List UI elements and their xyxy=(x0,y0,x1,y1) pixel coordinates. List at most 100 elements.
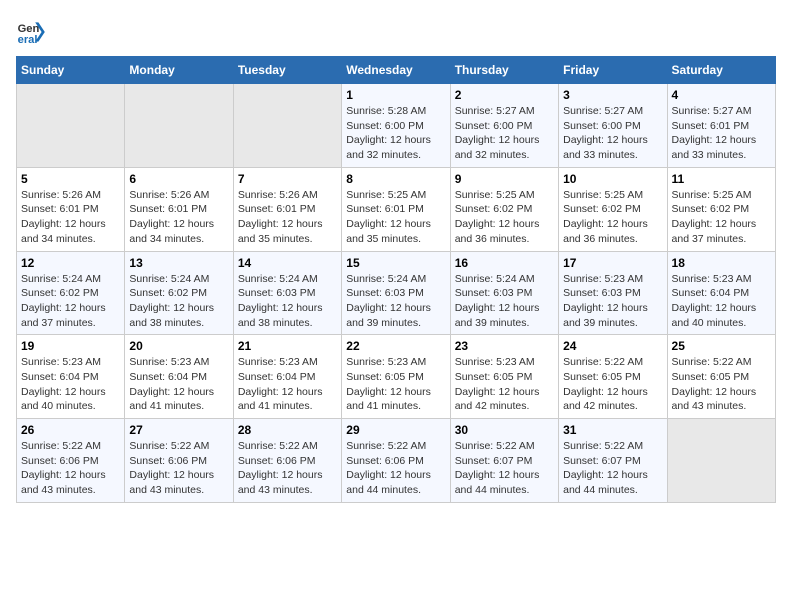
day-info: Sunrise: 5:22 AMSunset: 6:06 PMDaylight:… xyxy=(129,439,228,498)
day-info: Sunrise: 5:22 AMSunset: 6:05 PMDaylight:… xyxy=(672,355,771,414)
calendar-cell: 8Sunrise: 5:25 AMSunset: 6:01 PMDaylight… xyxy=(342,167,450,251)
calendar-cell xyxy=(125,84,233,168)
day-info: Sunrise: 5:22 AMSunset: 6:07 PMDaylight:… xyxy=(455,439,554,498)
calendar-cell: 22 Sunrise: 5:23 AMSunset: 6:05 PMDayligh… xyxy=(342,335,450,419)
day-info: Sunrise: 5:23 AMSunset: 6:05 PMDaylight:… xyxy=(455,355,554,414)
calendar-cell: 28 Sunrise: 5:22 AMSunset: 6:06 PMDayligh… xyxy=(233,419,341,503)
day-info: Sunrise: 5:27 AMSunset: 6:01 PMDaylight:… xyxy=(672,104,771,163)
day-number: 12 xyxy=(21,256,120,270)
calendar-cell: 6Sunrise: 5:26 AMSunset: 6:01 PMDaylight… xyxy=(125,167,233,251)
day-info: Sunrise: 5:22 AMSunset: 6:06 PMDaylight:… xyxy=(346,439,445,498)
day-number: 10 xyxy=(563,172,662,186)
header-saturday: Saturday xyxy=(667,57,775,84)
day-number: 28 xyxy=(238,423,337,437)
calendar-cell: 10Sunrise: 5:25 AMSunset: 6:02 PMDayligh… xyxy=(559,167,667,251)
calendar-cell: 15 Sunrise: 5:24 AMSunset: 6:03 PMDayligh… xyxy=(342,251,450,335)
page-header: Gen eral xyxy=(16,16,776,48)
calendar-cell: 30 Sunrise: 5:22 AMSunset: 6:07 PMDayligh… xyxy=(450,419,558,503)
calendar-cell: 9 Sunrise: 5:25 AMSunset: 6:02 PMDaylight… xyxy=(450,167,558,251)
week-row-1: 1 Sunrise: 5:28 AMSunset: 6:00 PMDaylight… xyxy=(17,84,776,168)
calendar-cell: 3 Sunrise: 5:27 AMSunset: 6:00 PMDaylight… xyxy=(559,84,667,168)
day-number: 26 xyxy=(21,423,120,437)
day-info: Sunrise: 5:22 AMSunset: 6:06 PMDaylight:… xyxy=(238,439,337,498)
day-info: Sunrise: 5:26 AMSunset: 6:01 PMDaylight:… xyxy=(129,188,228,247)
day-info: Sunrise: 5:23 AMSunset: 6:05 PMDaylight:… xyxy=(346,355,445,414)
day-info: Sunrise: 5:23 AMSunset: 6:03 PMDaylight:… xyxy=(563,272,662,331)
header-friday: Friday xyxy=(559,57,667,84)
week-row-4: 19 Sunrise: 5:23 AMSunset: 6:04 PMDayligh… xyxy=(17,335,776,419)
logo: Gen eral xyxy=(16,16,50,48)
day-info: Sunrise: 5:22 AMSunset: 6:06 PMDaylight:… xyxy=(21,439,120,498)
calendar-cell xyxy=(17,84,125,168)
day-number: 2 xyxy=(455,88,554,102)
header-monday: Monday xyxy=(125,57,233,84)
header-thursday: Thursday xyxy=(450,57,558,84)
calendar-cell: 19Sunrise: 5:23 AMSunset: 6:04 PMDayligh… xyxy=(17,335,125,419)
header-sunday: Sunday xyxy=(17,57,125,84)
day-number: 27 xyxy=(129,423,228,437)
day-number: 24 xyxy=(563,339,662,353)
day-info: Sunrise: 5:24 AMSunset: 6:02 PMDaylight:… xyxy=(129,272,228,331)
calendar-cell: 23 Sunrise: 5:23 AMSunset: 6:05 PMDayligh… xyxy=(450,335,558,419)
day-info: Sunrise: 5:22 AMSunset: 6:07 PMDaylight:… xyxy=(563,439,662,498)
day-number: 29 xyxy=(346,423,445,437)
day-number: 22 xyxy=(346,339,445,353)
calendar-cell: 16 Sunrise: 5:24 AMSunset: 6:03 PMDayligh… xyxy=(450,251,558,335)
day-info: Sunrise: 5:24 AMSunset: 6:03 PMDaylight:… xyxy=(455,272,554,331)
day-number: 11 xyxy=(672,172,771,186)
calendar-cell xyxy=(233,84,341,168)
day-info: Sunrise: 5:28 AMSunset: 6:00 PMDaylight:… xyxy=(346,104,445,163)
day-number: 17 xyxy=(563,256,662,270)
calendar-cell: 26 Sunrise: 5:22 AMSunset: 6:06 PMDayligh… xyxy=(17,419,125,503)
day-number: 19 xyxy=(21,339,120,353)
calendar-cell: 21Sunrise: 5:23 AMSunset: 6:04 PMDayligh… xyxy=(233,335,341,419)
day-info: Sunrise: 5:25 AMSunset: 6:02 PMDaylight:… xyxy=(455,188,554,247)
day-number: 9 xyxy=(455,172,554,186)
day-info: Sunrise: 5:26 AMSunset: 6:01 PMDaylight:… xyxy=(238,188,337,247)
calendar-cell: 11 Sunrise: 5:25 AMSunset: 6:02 PMDayligh… xyxy=(667,167,775,251)
day-info: Sunrise: 5:24 AMSunset: 6:03 PMDaylight:… xyxy=(238,272,337,331)
day-info: Sunrise: 5:23 AMSunset: 6:04 PMDaylight:… xyxy=(672,272,771,331)
day-number: 1 xyxy=(346,88,445,102)
day-number: 5 xyxy=(21,172,120,186)
calendar-cell: 13 Sunrise: 5:24 AMSunset: 6:02 PMDayligh… xyxy=(125,251,233,335)
day-number: 20 xyxy=(129,339,228,353)
calendar-cell: 25 Sunrise: 5:22 AMSunset: 6:05 PMDayligh… xyxy=(667,335,775,419)
calendar-cell: 7Sunrise: 5:26 AMSunset: 6:01 PMDaylight… xyxy=(233,167,341,251)
day-number: 3 xyxy=(563,88,662,102)
calendar-cell: 1 Sunrise: 5:28 AMSunset: 6:00 PMDaylight… xyxy=(342,84,450,168)
day-number: 16 xyxy=(455,256,554,270)
calendar-table: SundayMondayTuesdayWednesdayThursdayFrid… xyxy=(16,56,776,503)
day-info: Sunrise: 5:27 AMSunset: 6:00 PMDaylight:… xyxy=(563,104,662,163)
calendar-cell: 14 Sunrise: 5:24 AMSunset: 6:03 PMDayligh… xyxy=(233,251,341,335)
day-number: 23 xyxy=(455,339,554,353)
day-number: 18 xyxy=(672,256,771,270)
week-row-3: 12 Sunrise: 5:24 AMSunset: 6:02 PMDayligh… xyxy=(17,251,776,335)
day-number: 4 xyxy=(672,88,771,102)
day-info: Sunrise: 5:24 AMSunset: 6:02 PMDaylight:… xyxy=(21,272,120,331)
calendar-cell: 18 Sunrise: 5:23 AMSunset: 6:04 PMDayligh… xyxy=(667,251,775,335)
header-wednesday: Wednesday xyxy=(342,57,450,84)
week-row-5: 26 Sunrise: 5:22 AMSunset: 6:06 PMDayligh… xyxy=(17,419,776,503)
day-number: 14 xyxy=(238,256,337,270)
day-number: 25 xyxy=(672,339,771,353)
day-number: 21 xyxy=(238,339,337,353)
day-number: 30 xyxy=(455,423,554,437)
week-row-2: 5 Sunrise: 5:26 AMSunset: 6:01 PMDaylight… xyxy=(17,167,776,251)
calendar-cell: 24 Sunrise: 5:22 AMSunset: 6:05 PMDayligh… xyxy=(559,335,667,419)
day-info: Sunrise: 5:27 AMSunset: 6:00 PMDaylight:… xyxy=(455,104,554,163)
header-tuesday: Tuesday xyxy=(233,57,341,84)
day-info: Sunrise: 5:25 AMSunset: 6:01 PMDaylight:… xyxy=(346,188,445,247)
day-number: 15 xyxy=(346,256,445,270)
day-info: Sunrise: 5:26 AMSunset: 6:01 PMDaylight:… xyxy=(21,188,120,247)
day-number: 13 xyxy=(129,256,228,270)
day-info: Sunrise: 5:24 AMSunset: 6:03 PMDaylight:… xyxy=(346,272,445,331)
day-info: Sunrise: 5:22 AMSunset: 6:05 PMDaylight:… xyxy=(563,355,662,414)
calendar-cell: 2 Sunrise: 5:27 AMSunset: 6:00 PMDaylight… xyxy=(450,84,558,168)
day-info: Sunrise: 5:25 AMSunset: 6:02 PMDaylight:… xyxy=(672,188,771,247)
svg-text:eral: eral xyxy=(18,34,38,46)
calendar-cell: 31Sunrise: 5:22 AMSunset: 6:07 PMDayligh… xyxy=(559,419,667,503)
calendar-cell: 20 Sunrise: 5:23 AMSunset: 6:04 PMDayligh… xyxy=(125,335,233,419)
calendar-cell: 29 Sunrise: 5:22 AMSunset: 6:06 PMDayligh… xyxy=(342,419,450,503)
day-info: Sunrise: 5:23 AMSunset: 6:04 PMDaylight:… xyxy=(129,355,228,414)
